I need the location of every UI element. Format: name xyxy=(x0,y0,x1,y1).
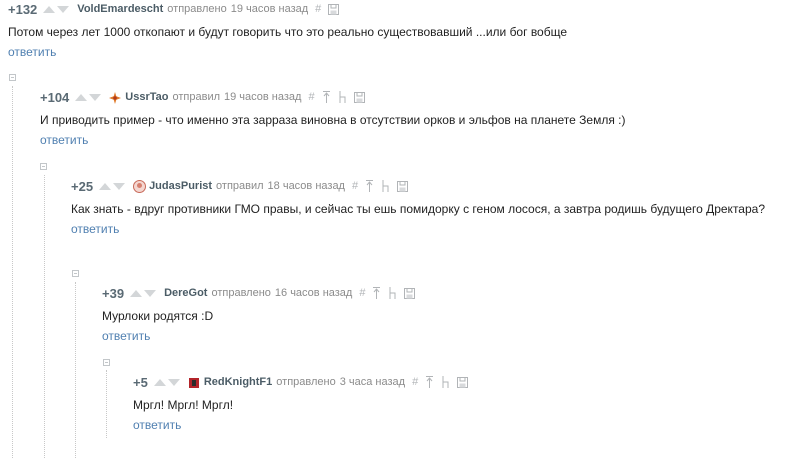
thread-line xyxy=(75,282,76,458)
downvote-button[interactable] xyxy=(113,182,126,190)
save-icon[interactable] xyxy=(328,3,340,15)
reply-link[interactable]: ответить xyxy=(102,329,778,343)
parent-comment-icon[interactable] xyxy=(372,287,381,299)
comment-header: +25 JudasPurist отправил 18 часов назад … xyxy=(71,177,778,195)
comment-text: Как знать - вдруг противники ГМО правы, … xyxy=(71,202,766,216)
downvote-button[interactable] xyxy=(57,5,70,13)
comment: +5 RedKnightF1 отправлено 3 часа назад #… xyxy=(133,373,778,432)
author-link[interactable]: VoldEmardescht xyxy=(77,3,163,15)
rating-value: +5 xyxy=(133,374,148,390)
link-icon[interactable]: # xyxy=(359,287,365,299)
branch-icon[interactable] xyxy=(441,376,450,388)
reply-link[interactable]: ответить xyxy=(40,133,778,147)
link-icon[interactable]: # xyxy=(308,91,314,103)
upvote-button[interactable] xyxy=(43,5,56,13)
link-icon[interactable]: # xyxy=(352,180,358,192)
collapse-toggle[interactable] xyxy=(103,359,110,366)
author-link[interactable]: JudasPurist xyxy=(149,180,212,192)
reply-link[interactable]: ответить xyxy=(133,418,778,432)
comment-header: +39 DereGot отправлено 16 часов назад # xyxy=(102,284,778,302)
avatar xyxy=(188,376,200,388)
timestamp[interactable]: 19 часов назад xyxy=(224,91,301,103)
rating-value: +104 xyxy=(40,89,70,105)
collapse-toggle[interactable] xyxy=(9,74,16,81)
upvote-button[interactable] xyxy=(99,182,112,190)
save-icon[interactable] xyxy=(397,180,409,192)
collapse-toggle[interactable] xyxy=(72,270,79,277)
thread-line xyxy=(44,175,45,458)
author-link[interactable]: DereGot xyxy=(164,287,207,299)
save-icon[interactable] xyxy=(404,287,416,299)
branch-icon[interactable] xyxy=(338,91,347,103)
action-text: отправил xyxy=(172,91,221,103)
author-link[interactable]: RedKnightF1 xyxy=(204,376,272,388)
downvote-button[interactable] xyxy=(89,93,102,101)
upvote-button[interactable] xyxy=(75,93,88,101)
comment: +39 DereGot отправлено 16 часов назад # … xyxy=(102,284,778,343)
comment-header: +5 RedKnightF1 отправлено 3 часа назад # xyxy=(133,373,778,391)
comment: +104 UssrTao отправил 19 часов назад # И… xyxy=(40,88,778,148)
rating-value: +132 xyxy=(8,1,38,17)
author-link[interactable]: UssrTao xyxy=(125,91,168,103)
comment-text: Потом через лет 1000 откопают и будут го… xyxy=(8,25,568,39)
avatar xyxy=(109,91,122,104)
downvote-button[interactable] xyxy=(167,378,180,386)
thread-line xyxy=(12,86,13,458)
link-icon[interactable]: # xyxy=(315,3,321,15)
rating-value: +39 xyxy=(102,285,125,301)
timestamp[interactable]: 3 часа назад xyxy=(340,376,405,388)
action-text: отправлено xyxy=(276,376,336,388)
avatar xyxy=(133,180,147,193)
timestamp[interactable]: 19 часов назад xyxy=(231,3,308,15)
timestamp[interactable]: 18 часов назад xyxy=(268,180,345,192)
save-icon[interactable] xyxy=(457,376,469,388)
upvote-button[interactable] xyxy=(130,289,143,297)
collapse-toggle[interactable] xyxy=(40,163,47,170)
save-icon[interactable] xyxy=(353,91,365,103)
parent-comment-icon[interactable] xyxy=(425,376,434,388)
reply-link[interactable]: ответить xyxy=(71,222,778,236)
comment-text: Мурлоки родятся :D xyxy=(102,309,214,323)
parent-comment-icon[interactable] xyxy=(365,180,374,192)
comment-header: +104 UssrTao отправил 19 часов назад # xyxy=(40,88,778,106)
branch-icon[interactable] xyxy=(381,180,390,192)
downvote-button[interactable] xyxy=(144,289,157,297)
action-text: отправлено xyxy=(211,287,271,299)
branch-icon[interactable] xyxy=(388,287,397,299)
upvote-button[interactable] xyxy=(153,378,166,386)
comment-text: Мргл! Мргл! Мргл! xyxy=(133,398,234,412)
reply-link[interactable]: ответить xyxy=(8,45,778,59)
parent-comment-icon[interactable] xyxy=(322,91,331,103)
thread-line xyxy=(106,370,107,438)
comment-header: +132 VoldEmardescht отправлено 19 часов … xyxy=(8,0,778,18)
comment: +132 VoldEmardescht отправлено 19 часов … xyxy=(8,0,778,60)
comment-text: И приводить пример - что именно эта зарр… xyxy=(40,113,626,127)
link-icon[interactable]: # xyxy=(412,376,418,388)
timestamp[interactable]: 16 часов назад xyxy=(275,287,352,299)
comment: +25 JudasPurist отправил 18 часов назад … xyxy=(71,177,778,237)
action-text: отправил xyxy=(216,180,264,192)
action-text: отправлено xyxy=(167,3,227,15)
rating-value: +25 xyxy=(71,178,94,194)
